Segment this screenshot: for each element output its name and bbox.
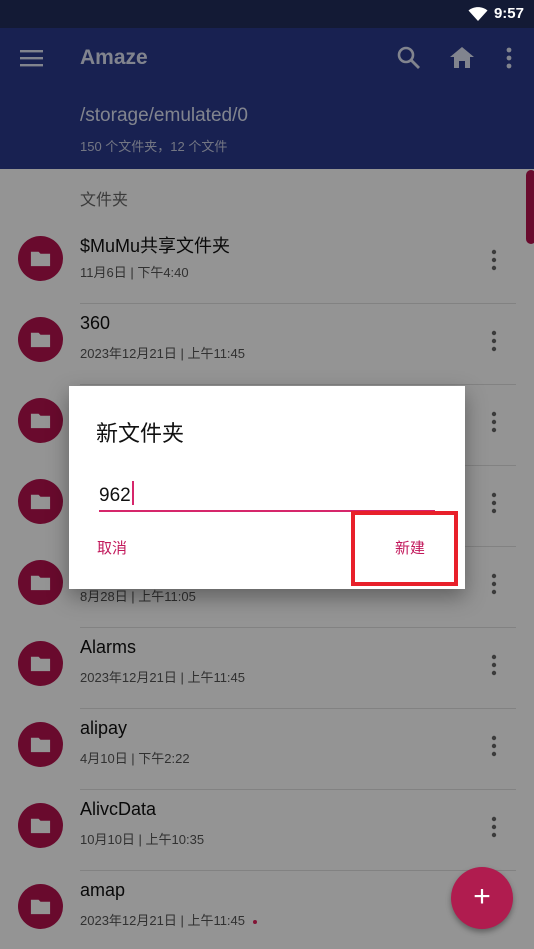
status-bar: 9:57 [0,0,534,28]
clock: 9:57 [493,5,524,22]
text-cursor [132,481,134,505]
dialog-title: 新文件夹 [96,421,185,446]
wifi-icon [468,7,488,21]
plus-icon: + [473,880,491,913]
cancel-button[interactable]: 取消 [97,537,127,558]
folder-name-input[interactable] [99,482,435,512]
add-fab-button[interactable]: + [451,867,513,929]
highlight-box [351,511,458,586]
